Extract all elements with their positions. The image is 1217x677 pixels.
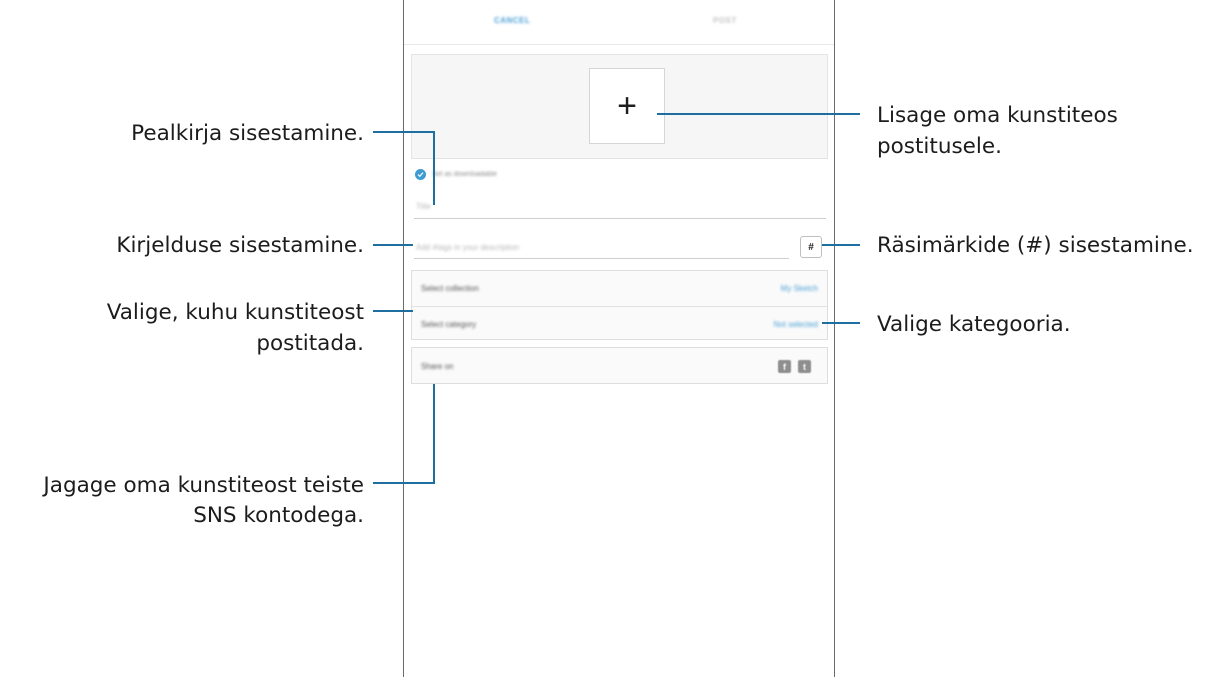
select-options: Select collection My Sketch Select categ…	[411, 270, 828, 340]
description-placeholder: Add #tags in your description	[416, 243, 520, 252]
facebook-icon[interactable]: f	[778, 360, 791, 373]
callout-line	[822, 322, 860, 324]
callout-share-line2: SNS kontodega.	[193, 503, 364, 528]
description-input[interactable]: Add #tags in your description	[414, 238, 789, 259]
toolbar-divider	[404, 44, 834, 45]
callout-line	[822, 244, 860, 246]
callout-artwork-line2: postitusele.	[877, 134, 1002, 159]
callout-collection-line1: Valige, kuhu kunstiteost	[106, 300, 364, 325]
callout-line	[433, 131, 435, 205]
title-placeholder: Title	[416, 202, 431, 211]
callout-artwork-line1: Lisage oma kunstiteos	[877, 103, 1118, 128]
cancel-button[interactable]: CANCEL	[494, 16, 530, 25]
callout-share-line1: Jagage oma kunstiteost teiste	[43, 473, 364, 498]
share-on-row: Share on f t	[411, 347, 828, 384]
callout-collection-line2: postitada.	[256, 331, 364, 356]
callout-category: Valige kategooria.	[877, 312, 1071, 337]
twitter-icon[interactable]: t	[798, 360, 811, 373]
select-category-value: Not selected	[773, 320, 818, 329]
callout-line	[373, 482, 435, 484]
select-collection-label: Select collection	[421, 284, 479, 293]
select-collection-row[interactable]: Select collection My Sketch	[412, 271, 827, 305]
callout-line	[373, 131, 435, 133]
callout-line	[433, 384, 435, 484]
callout-description-entry: Kirjelduse sisestamine.	[116, 233, 364, 258]
phone-screen: CANCEL POST + Set as downloadable Title …	[403, 0, 835, 677]
callout-line	[373, 310, 413, 312]
select-collection-value: My Sketch	[780, 284, 818, 293]
check-icon[interactable]	[415, 169, 426, 180]
hashtag-button[interactable]: #	[800, 236, 822, 258]
callout-line	[373, 244, 413, 246]
share-on-label: Share on	[421, 362, 454, 371]
artwork-area: +	[411, 54, 828, 159]
add-artwork-button[interactable]: +	[589, 68, 665, 144]
downloadable-label: Set as downloadable	[432, 171, 497, 178]
select-category-row[interactable]: Select category Not selected	[412, 306, 827, 341]
title-input[interactable]: Title	[414, 198, 826, 219]
callout-hashtags: Räsimärkide (#) sisestamine.	[877, 233, 1194, 258]
callout-line	[657, 113, 860, 115]
select-category-label: Select category	[421, 320, 477, 329]
post-button[interactable]: POST	[713, 16, 737, 25]
callout-title-entry: Pealkirja sisestamine.	[131, 121, 364, 146]
